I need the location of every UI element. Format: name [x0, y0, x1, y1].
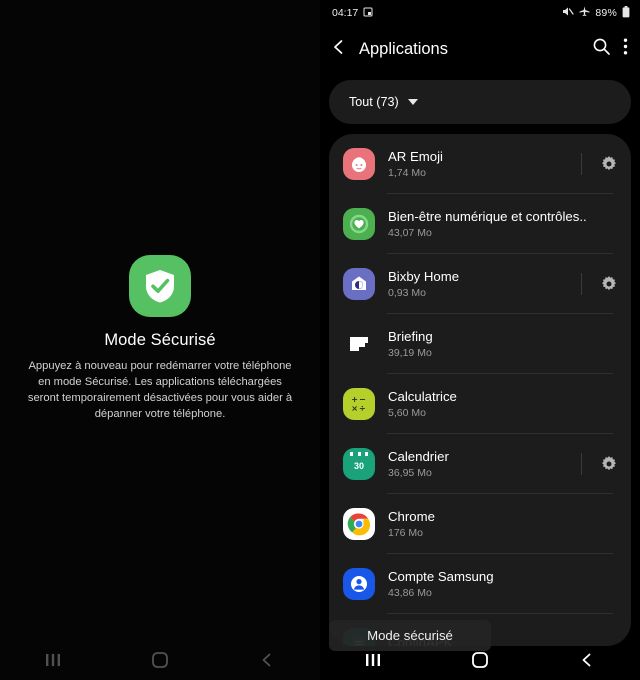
table-row[interactable]: +− ×÷ Calculatrice 5,60 Mo	[329, 374, 631, 434]
app-size: 43,86 Mo	[388, 587, 432, 599]
airplane-mode-icon	[579, 6, 590, 20]
app-settings-button[interactable]	[581, 434, 631, 494]
chevron-down-icon	[407, 99, 418, 105]
app-name: AR Emoji	[388, 149, 443, 164]
samsung-account-icon	[343, 568, 375, 600]
app-name: Calendrier	[388, 449, 449, 464]
filter-chip-all[interactable]: Tout (73)	[329, 80, 631, 124]
app-bar: Applications	[320, 26, 640, 72]
battery-percent: 89%	[595, 7, 617, 19]
status-bar: 04:17 89%	[320, 0, 640, 26]
back-icon[interactable]	[557, 640, 617, 680]
calculator-icon: +− ×÷	[343, 388, 375, 420]
app-row-text: Bien-être numérique et contrôles.. 43,07…	[388, 209, 587, 239]
right-screen-applications: 04:17 89% Applications Tout (73) AR Emoj…	[320, 0, 640, 680]
row-divider	[581, 453, 582, 475]
left-navigation-bar	[0, 640, 320, 680]
page-title: Applications	[359, 39, 448, 58]
safe-mode-description: Appuyez à nouveau pour redémarrer votre …	[27, 360, 293, 420]
app-size: 39,19 Mo	[388, 347, 432, 359]
app-name: Compte Samsung	[388, 569, 494, 584]
calendar-rings	[350, 452, 368, 456]
home-icon[interactable]	[130, 640, 190, 680]
search-icon[interactable]	[592, 37, 611, 61]
left-screen-safe-mode: Mode Sécurisé Appuyez à nouveau pour red…	[0, 0, 320, 680]
calendar-day-number: 30	[353, 461, 364, 471]
app-bar-actions	[592, 37, 628, 61]
table-row[interactable]: AR Emoji 1,74 Mo	[329, 134, 631, 194]
app-name: Chrome	[388, 509, 435, 524]
safe-mode-dialog: Mode Sécurisé Appuyez à nouveau pour red…	[0, 255, 320, 422]
back-icon[interactable]	[237, 640, 297, 680]
calculator-glyph: +− ×÷	[343, 388, 375, 420]
table-row[interactable]: 30 Calendrier 36,95 Mo	[329, 434, 631, 494]
calculator-symbols: +− ×÷	[351, 395, 367, 413]
app-row-text: Bixby Home 0,93 Mo	[388, 269, 587, 299]
app-settings-button[interactable]	[581, 134, 631, 194]
row-divider	[581, 153, 582, 175]
safe-mode-title: Mode Sécurisé	[104, 331, 216, 349]
filter-chip-label: Tout (73)	[349, 95, 399, 109]
app-row-text: AR Emoji 1,74 Mo	[388, 149, 587, 179]
app-row-text: Calendrier 36,95 Mo	[388, 449, 587, 479]
table-row[interactable]: Bien-être numérique et contrôles.. 43,07…	[329, 194, 631, 254]
table-row[interactable]: Briefing 39,19 Mo	[329, 314, 631, 374]
recents-icon[interactable]	[23, 640, 83, 680]
app-size: 43,07 Mo	[388, 227, 432, 239]
chrome-icon	[343, 508, 375, 540]
app-name: Bixby Home	[388, 269, 460, 284]
alarm-icon	[363, 7, 373, 20]
table-row[interactable]: Chrome 176 Mo	[329, 494, 631, 554]
app-size: 0,93 Mo	[388, 287, 426, 299]
table-row[interactable]: Bixby Home 0,93 Mo	[329, 254, 631, 314]
bixby-home-icon	[343, 268, 375, 300]
table-row[interactable]: Compte Samsung 43,86 Mo	[329, 554, 631, 614]
status-bar-right: 89%	[562, 5, 630, 21]
battery-icon	[622, 5, 630, 21]
app-name: Bien-être numérique et contrôles..	[388, 209, 587, 224]
app-name: Briefing	[388, 329, 433, 344]
toast-text: Mode sécurisé	[367, 628, 453, 643]
app-settings-button[interactable]	[581, 254, 631, 314]
back-chevron-icon[interactable]	[330, 38, 348, 61]
ar-emoji-icon	[343, 148, 375, 180]
app-size: 5,60 Mo	[388, 407, 426, 419]
app-size: 176 Mo	[388, 527, 424, 539]
shield-check-icon	[129, 255, 191, 317]
toast-message: Mode sécurisé	[329, 620, 491, 651]
status-bar-left: 04:17	[332, 7, 373, 20]
app-size: 1,74 Mo	[388, 167, 426, 179]
app-row-text: Chrome 176 Mo	[388, 509, 587, 539]
row-divider	[581, 273, 582, 295]
sound-off-icon	[562, 6, 574, 20]
dual-screenshot: Mode Sécurisé Appuyez à nouveau pour red…	[0, 0, 640, 680]
app-row-text: Compte Samsung 43,86 Mo	[388, 569, 587, 599]
status-time: 04:17	[332, 7, 359, 19]
more-vertical-icon[interactable]	[623, 37, 628, 61]
digital-wellbeing-icon	[343, 208, 375, 240]
app-row-text: Calculatrice 5,60 Mo	[388, 389, 587, 419]
app-row-text: Briefing 39,19 Mo	[388, 329, 587, 359]
app-list: AR Emoji 1,74 Mo Bien-être numérique et …	[329, 134, 631, 646]
calendar-icon: 30	[343, 448, 375, 480]
app-name: Calculatrice	[388, 389, 457, 404]
app-size: 36,95 Mo	[388, 467, 432, 479]
briefing-icon	[343, 328, 375, 360]
